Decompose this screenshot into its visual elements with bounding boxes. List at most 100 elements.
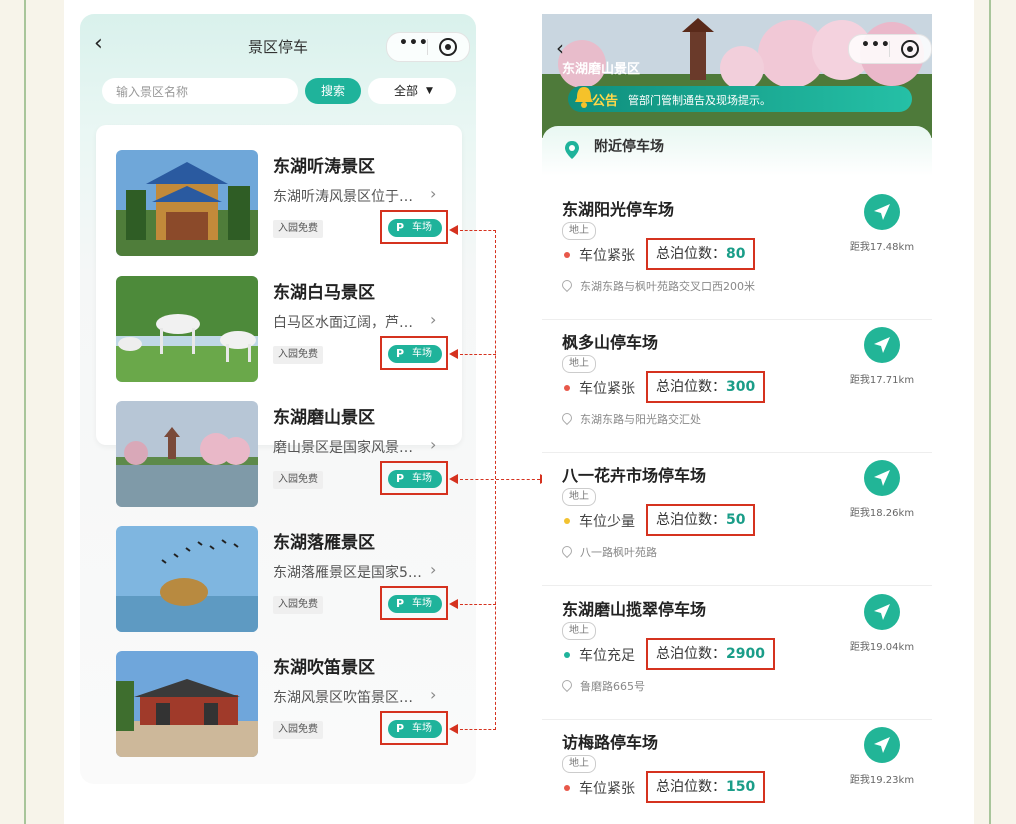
parking-lot-item[interactable]: 东湖阳光停车场 地上 车位紧张 总泊位数：80 东湖东路与枫叶苑路交叉口西200… — [542, 186, 932, 320]
more-icon[interactable]: ••• — [399, 35, 429, 51]
capacity-highlight: 总泊位数：300 — [646, 371, 766, 403]
spot-description: 磨山景区是国家风景… — [273, 440, 413, 456]
pavilion-image — [116, 150, 258, 256]
close-target-icon[interactable] — [901, 40, 919, 58]
distance-text: 距我17.48km — [849, 242, 915, 253]
distance-text: 距我19.04km — [849, 642, 915, 653]
caret-down-icon: ▼ — [426, 86, 433, 96]
scenic-hero-image: ‹ 东湖磨山景区 ••• 公告 管部门管制通告及现场提示。 — [542, 14, 932, 138]
status-text: 车位充足 — [579, 648, 635, 664]
connector-line — [460, 230, 496, 231]
mini-program-capsule[interactable]: ••• — [386, 32, 470, 62]
status-text: 车位紧张 — [579, 781, 635, 797]
free-entry-badge: 入园免费 — [273, 346, 323, 364]
lot-name: 枫多山停车场 — [562, 333, 659, 352]
parking-p-icon: P — [396, 347, 405, 360]
list-item[interactable]: 东湖白马景区 白马区水面辽阔，芦… › 入园免费 P 车场 — [116, 276, 460, 382]
spot-description: 东湖风景区吹笛景区… — [273, 690, 413, 706]
lot-address: 八一路枫叶苑路 — [559, 543, 657, 560]
parking-button[interactable]: P 车场 — [388, 720, 442, 738]
parking-p-icon: P — [396, 722, 405, 735]
white-horse-image — [116, 276, 258, 382]
highlight-box: P 车场 — [380, 461, 448, 495]
capacity-highlight: 总泊位数：80 — [646, 238, 756, 270]
parking-p-icon: P — [396, 597, 405, 610]
status-text: 车位紧张 — [579, 248, 635, 264]
connector-line — [460, 729, 496, 730]
frame-border-left — [24, 0, 26, 824]
parking-button[interactable]: P 车场 — [388, 470, 442, 488]
navigate-icon[interactable] — [864, 460, 900, 496]
location-icon — [559, 410, 575, 426]
capacity-highlight: 总泊位数：150 — [646, 771, 766, 803]
luoyan-geese-image — [116, 526, 258, 632]
list-item[interactable]: 东湖吹笛景区 东湖风景区吹笛景区… › 入园免费 P 车场 — [116, 651, 460, 757]
parking-button[interactable]: P 车场 — [388, 595, 442, 613]
navigate-icon[interactable] — [864, 727, 900, 763]
parking-lot-item[interactable]: 八一花卉市场停车场 地上 车位少量 总泊位数：50 八一路枫叶苑路 距我18.2… — [542, 452, 932, 586]
chevron-right-icon[interactable]: › — [430, 184, 436, 203]
status-text: 车位紧张 — [579, 381, 635, 397]
navigate-icon[interactable] — [864, 194, 900, 230]
connector-line-vertical — [495, 230, 496, 730]
more-icon[interactable]: ••• — [861, 37, 891, 53]
distance-text: 距我19.23km — [849, 775, 915, 786]
lot-type-tag: 地上 — [562, 622, 596, 640]
chuidi-gate-image — [116, 651, 258, 757]
parking-lot-item[interactable]: 枫多山停车场 地上 车位紧张 总泊位数：300 东湖东路与阳光路交汇处 距我17… — [542, 319, 932, 453]
mini-program-capsule[interactable]: ••• — [848, 34, 932, 64]
list-item[interactable]: 东湖听涛景区 东湖听涛风景区位于… › 入园免费 P 车场 — [116, 150, 460, 256]
connector-arrow-head — [449, 349, 458, 359]
capacity-highlight: 总泊位数：2900 — [646, 638, 775, 670]
chevron-right-icon[interactable]: › — [430, 435, 436, 454]
spot-name: 东湖白马景区 — [273, 283, 375, 303]
lot-name: 八一花卉市场停车场 — [562, 466, 707, 485]
filter-label: 全部 — [394, 84, 419, 98]
navigate-icon[interactable] — [864, 327, 900, 363]
lot-type-tag: 地上 — [562, 222, 596, 240]
navigate-icon[interactable] — [864, 594, 900, 630]
location-icon — [559, 277, 575, 293]
location-icon — [559, 677, 575, 693]
chevron-right-icon[interactable]: › — [430, 685, 436, 704]
search-button[interactable]: 搜索 — [305, 78, 361, 104]
spot-name: 东湖落雁景区 — [273, 533, 375, 553]
lot-name: 东湖阳光停车场 — [562, 200, 675, 219]
connector-arrow-head — [449, 474, 458, 484]
spot-name: 东湖吹笛景区 — [273, 658, 375, 678]
parking-lot-item[interactable]: 访梅路停车场 地上 车位紧张 总泊位数：150 距我19.23km — [542, 719, 932, 809]
parking-button[interactable]: P 车场 — [388, 219, 442, 237]
distance-text: 距我18.26km — [849, 508, 915, 519]
connector-arrow-head — [449, 225, 458, 235]
list-item[interactable]: 东湖落雁景区 东湖落雁景区是国家5… › 入园免费 P 车场 — [116, 526, 460, 632]
chevron-right-icon[interactable]: › — [430, 310, 436, 329]
parking-detail-screen: ‹ 东湖磨山景区 ••• 公告 管部门管制通告及现场提示。 附近停车场 东湖阳光… — [542, 14, 932, 814]
highlight-box: P 车场 — [380, 336, 448, 370]
lot-name: 访梅路停车场 — [562, 733, 659, 752]
nearby-parking-header: 附近停车场 — [542, 126, 932, 176]
announcement-bar[interactable]: 公告 管部门管制通告及现场提示。 — [568, 86, 912, 112]
lot-type-tag: 地上 — [562, 755, 596, 773]
lot-name: 东湖磨山揽翠停车场 — [562, 600, 707, 619]
back-arrow-icon[interactable]: ‹ — [556, 36, 564, 60]
parking-button[interactable]: P 车场 — [388, 345, 442, 363]
status-dot — [564, 385, 570, 391]
parking-lot-item[interactable]: 东湖磨山揽翠停车场 地上 车位充足 总泊位数：2900 鲁磨路665号 距我19… — [542, 586, 932, 720]
filter-dropdown[interactable]: 全部 ▼ — [368, 78, 456, 104]
connector-line — [460, 604, 496, 605]
spot-description: 东湖听涛风景区位于… — [273, 189, 413, 205]
parking-p-icon: P — [396, 472, 405, 485]
highlight-box: P 车场 — [380, 210, 448, 244]
list-item[interactable]: 东湖磨山景区 磨山景区是国家风景… › 入园免费 P 车场 — [116, 401, 460, 507]
location-icon — [559, 543, 575, 559]
chevron-right-icon[interactable]: › — [430, 560, 436, 579]
free-entry-badge: 入园免费 — [273, 471, 323, 489]
close-target-icon[interactable] — [439, 38, 457, 56]
search-input[interactable]: 输入景区名称 — [102, 78, 298, 104]
frame-border-right — [989, 0, 991, 824]
status-dot — [564, 785, 570, 791]
spot-name: 东湖听涛景区 — [273, 157, 375, 177]
highlight-box: P 车场 — [380, 586, 448, 620]
lot-address: 鲁磨路665号 — [559, 677, 645, 694]
connector-arrow-head — [449, 599, 458, 609]
